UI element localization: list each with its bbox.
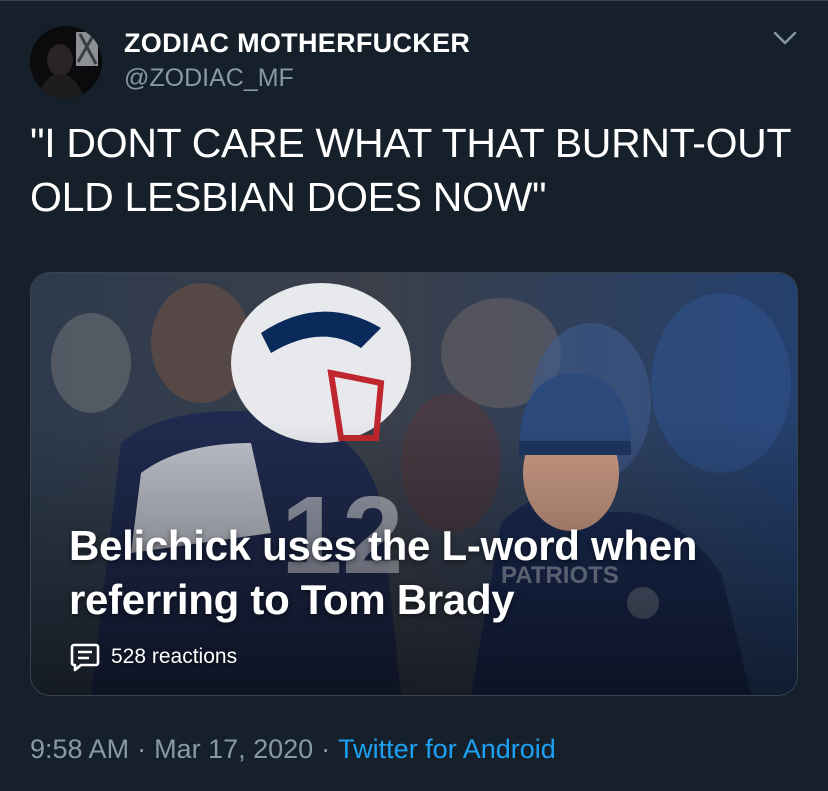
- tweet-source-link[interactable]: Twitter for Android: [338, 734, 556, 764]
- meta-separator: ·: [137, 734, 147, 764]
- card-headline: Belichick uses the L-word when referring…: [69, 522, 698, 623]
- card-photo: 12 PATRIOTS: [31, 273, 797, 695]
- link-card[interactable]: 12 PATRIOTS Belichick uses the L-word wh…: [30, 272, 798, 696]
- tweet-time[interactable]: 9:58 AM: [30, 734, 129, 764]
- author-display-name[interactable]: ZODIAC MOTHERFUCKER: [124, 28, 470, 59]
- avatar-photo: [30, 26, 102, 98]
- author-handle[interactable]: @ZODIAC_MF: [124, 64, 294, 93]
- reactions-count-label: 528 reactions: [111, 645, 238, 668]
- meta-separator: ·: [321, 734, 331, 764]
- tweet-text: "I DONT CARE WHAT THAT BURNT-OUT OLD LES…: [30, 120, 791, 220]
- avatar[interactable]: [30, 26, 102, 98]
- card-reactions[interactable]: 528 reactions: [69, 641, 237, 673]
- top-divider: [0, 0, 828, 1]
- tweet-date[interactable]: Mar 17, 2020: [154, 734, 313, 764]
- chevron-down-icon[interactable]: [772, 28, 798, 48]
- tweet-meta: 9:58 AM · Mar 17, 2020 · Twitter for Android: [30, 734, 556, 765]
- speech-bubble-icon: [70, 643, 100, 672]
